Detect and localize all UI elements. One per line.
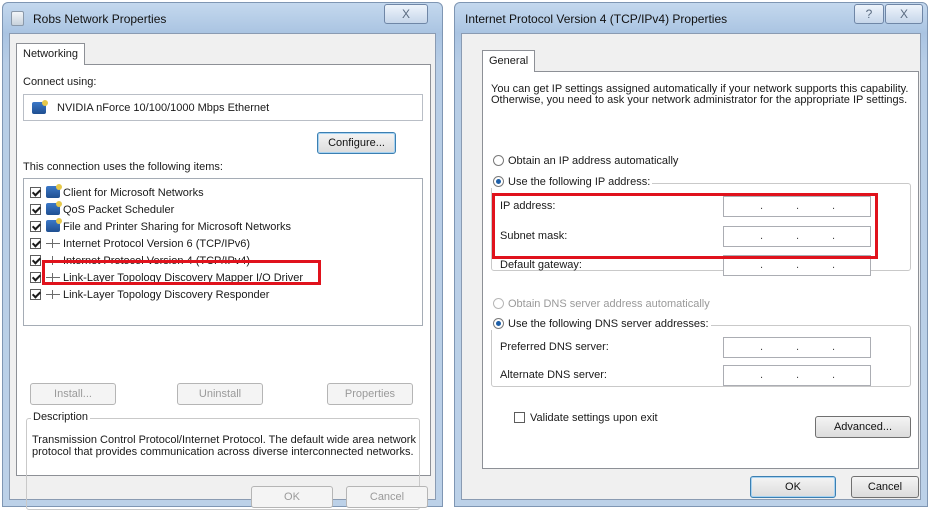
ok-button[interactable]: OK <box>750 476 836 498</box>
adapter-name: NVIDIA nForce 10/100/1000 Mbps Ethernet <box>57 102 270 114</box>
obtain-dns-auto-option[interactable]: Obtain DNS server address automatically <box>493 298 710 310</box>
validate-settings-option[interactable]: Validate settings upon exit <box>514 412 658 424</box>
checkbox[interactable] <box>30 204 41 215</box>
list-item-label: Internet Protocol Version 6 (TCP/IPv6) <box>63 238 251 250</box>
checkbox[interactable] <box>30 221 41 232</box>
network-properties-window: Robs Network Properties X Networking Con… <box>2 2 443 510</box>
radio-button[interactable] <box>493 176 504 187</box>
help-button[interactable]: ? <box>854 4 884 24</box>
highlight-box-ip-fields <box>492 193 878 259</box>
ok-button[interactable]: OK <box>251 486 333 508</box>
tab-networking[interactable]: Networking <box>16 43 86 65</box>
network-adapter-icon <box>11 11 24 26</box>
components-list[interactable]: Client for Microsoft Networks QoS Packet… <box>23 178 423 326</box>
radio-button[interactable] <box>493 298 504 309</box>
option-label: Obtain DNS server address automatically <box>508 298 710 310</box>
protocol-icon <box>46 237 60 249</box>
network-adapter-icon <box>32 100 48 114</box>
checkbox[interactable] <box>30 238 41 249</box>
items-label: This connection uses the following items… <box>23 161 223 173</box>
network-client-icon <box>46 184 62 198</box>
list-item[interactable]: File and Printer Sharing for Microsoft N… <box>30 218 292 236</box>
radio-button[interactable] <box>493 155 504 166</box>
connect-using-label: Connect using: <box>23 76 97 88</box>
use-following-ip-option[interactable]: Use the following IP address: <box>491 176 653 188</box>
use-following-dns-option[interactable]: Use the following DNS server addresses: <box>491 318 711 330</box>
list-item[interactable]: Client for Microsoft Networks <box>30 184 204 202</box>
list-item[interactable]: Internet Protocol Version 6 (TCP/IPv6) <box>30 237 250 253</box>
general-panel: You can get IP settings assigned automat… <box>482 71 919 469</box>
tab-general[interactable]: General <box>482 50 536 72</box>
checkbox[interactable] <box>30 255 41 266</box>
list-item-label: Link-Layer Topology Discovery Responder <box>63 289 270 301</box>
default-gateway-label: Default gateway: <box>500 259 582 271</box>
window-title: Robs Network Properties <box>33 12 167 26</box>
file-printer-sharing-icon <box>46 218 62 232</box>
option-label: Use the following IP address: <box>508 176 651 188</box>
intro-text: You can get IP settings assigned automat… <box>491 83 909 106</box>
option-label: Obtain an IP address automatically <box>508 155 679 167</box>
preferred-dns-label: Preferred DNS server: <box>500 341 609 353</box>
advanced-button[interactable]: Advanced... <box>815 416 911 438</box>
dialog-body: General You can get IP settings assigned… <box>461 33 921 500</box>
protocol-icon <box>46 288 60 300</box>
install-button[interactable]: Install... <box>30 383 116 405</box>
close-button[interactable]: X <box>384 4 428 24</box>
description-label: Description <box>31 411 91 423</box>
validate-checkbox[interactable] <box>514 412 525 423</box>
alternate-dns-label: Alternate DNS server: <box>500 369 607 381</box>
highlight-box-ipv4-item <box>42 260 321 285</box>
option-label: Validate settings upon exit <box>530 412 658 424</box>
window-title: Internet Protocol Version 4 (TCP/IPv4) P… <box>465 12 728 26</box>
cancel-button[interactable]: Cancel <box>851 476 919 498</box>
alternate-dns-input[interactable]: ... <box>723 365 871 386</box>
list-item-label: Client for Microsoft Networks <box>63 187 204 199</box>
properties-button[interactable]: Properties <box>327 383 413 405</box>
list-item-label: File and Printer Sharing for Microsoft N… <box>63 221 292 233</box>
checkbox[interactable] <box>30 272 41 283</box>
radio-button[interactable] <box>493 318 504 329</box>
title-bar[interactable]: Robs Network Properties X <box>3 3 442 33</box>
qos-icon <box>46 201 62 215</box>
list-item[interactable]: QoS Packet Scheduler <box>30 201 175 219</box>
preferred-dns-input[interactable]: ... <box>723 337 871 358</box>
close-button[interactable]: X <box>885 4 923 24</box>
obtain-ip-auto-option[interactable]: Obtain an IP address automatically <box>493 155 678 167</box>
checkbox[interactable] <box>30 289 41 300</box>
configure-button[interactable]: Configure... <box>317 132 396 154</box>
option-label: Use the following DNS server addresses: <box>508 318 709 330</box>
checkbox[interactable] <box>30 187 41 198</box>
uninstall-button[interactable]: Uninstall <box>177 383 263 405</box>
description-text: Transmission Control Protocol/Internet P… <box>32 434 416 458</box>
cancel-button[interactable]: Cancel <box>346 486 428 508</box>
adapter-box: NVIDIA nForce 10/100/1000 Mbps Ethernet <box>23 94 423 121</box>
list-item[interactable]: Link-Layer Topology Discovery Responder <box>30 288 269 304</box>
list-item-label: QoS Packet Scheduler <box>63 204 175 216</box>
title-bar[interactable]: Internet Protocol Version 4 (TCP/IPv4) P… <box>455 3 927 33</box>
